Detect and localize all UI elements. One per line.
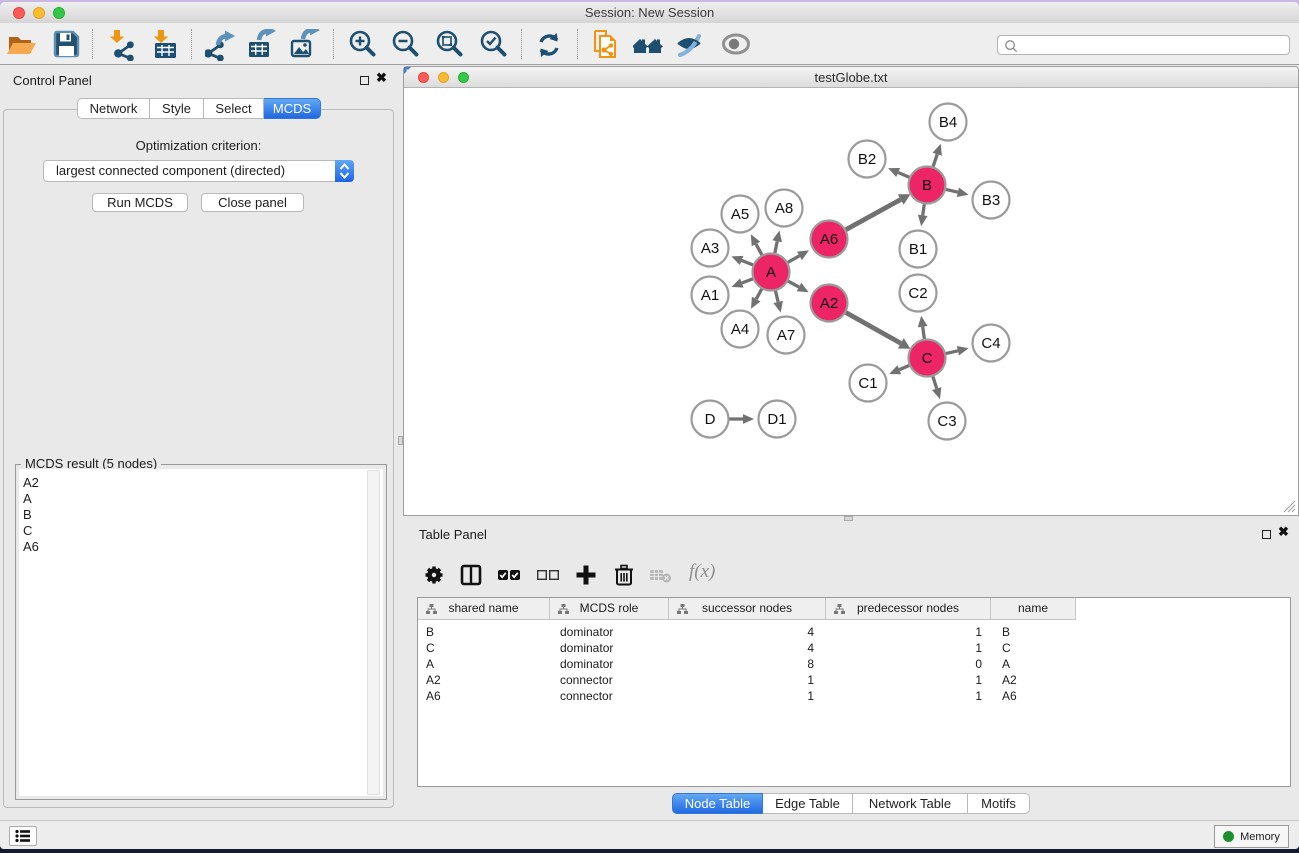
svg-text:A: A (766, 264, 776, 281)
svg-text:A7: A7 (777, 327, 795, 344)
svg-text:A4: A4 (731, 321, 749, 338)
svg-text:B1: B1 (909, 241, 927, 258)
svg-text:B2: B2 (858, 151, 876, 168)
svg-text:C1: C1 (858, 375, 877, 392)
svg-text:A8: A8 (775, 200, 793, 217)
svg-text:A1: A1 (701, 287, 719, 304)
svg-text:A5: A5 (731, 206, 749, 223)
svg-text:D1: D1 (767, 411, 786, 428)
svg-text:C4: C4 (981, 335, 1000, 352)
svg-text:A3: A3 (701, 240, 719, 257)
svg-text:C: C (922, 350, 933, 367)
svg-text:A6: A6 (820, 231, 838, 248)
svg-text:B: B (922, 177, 932, 194)
svg-text:D: D (705, 411, 716, 428)
svg-text:B3: B3 (982, 192, 1000, 209)
svg-text:C3: C3 (937, 413, 956, 430)
svg-text:A2: A2 (820, 295, 838, 312)
svg-text:B4: B4 (939, 114, 957, 131)
svg-text:C2: C2 (908, 285, 927, 302)
